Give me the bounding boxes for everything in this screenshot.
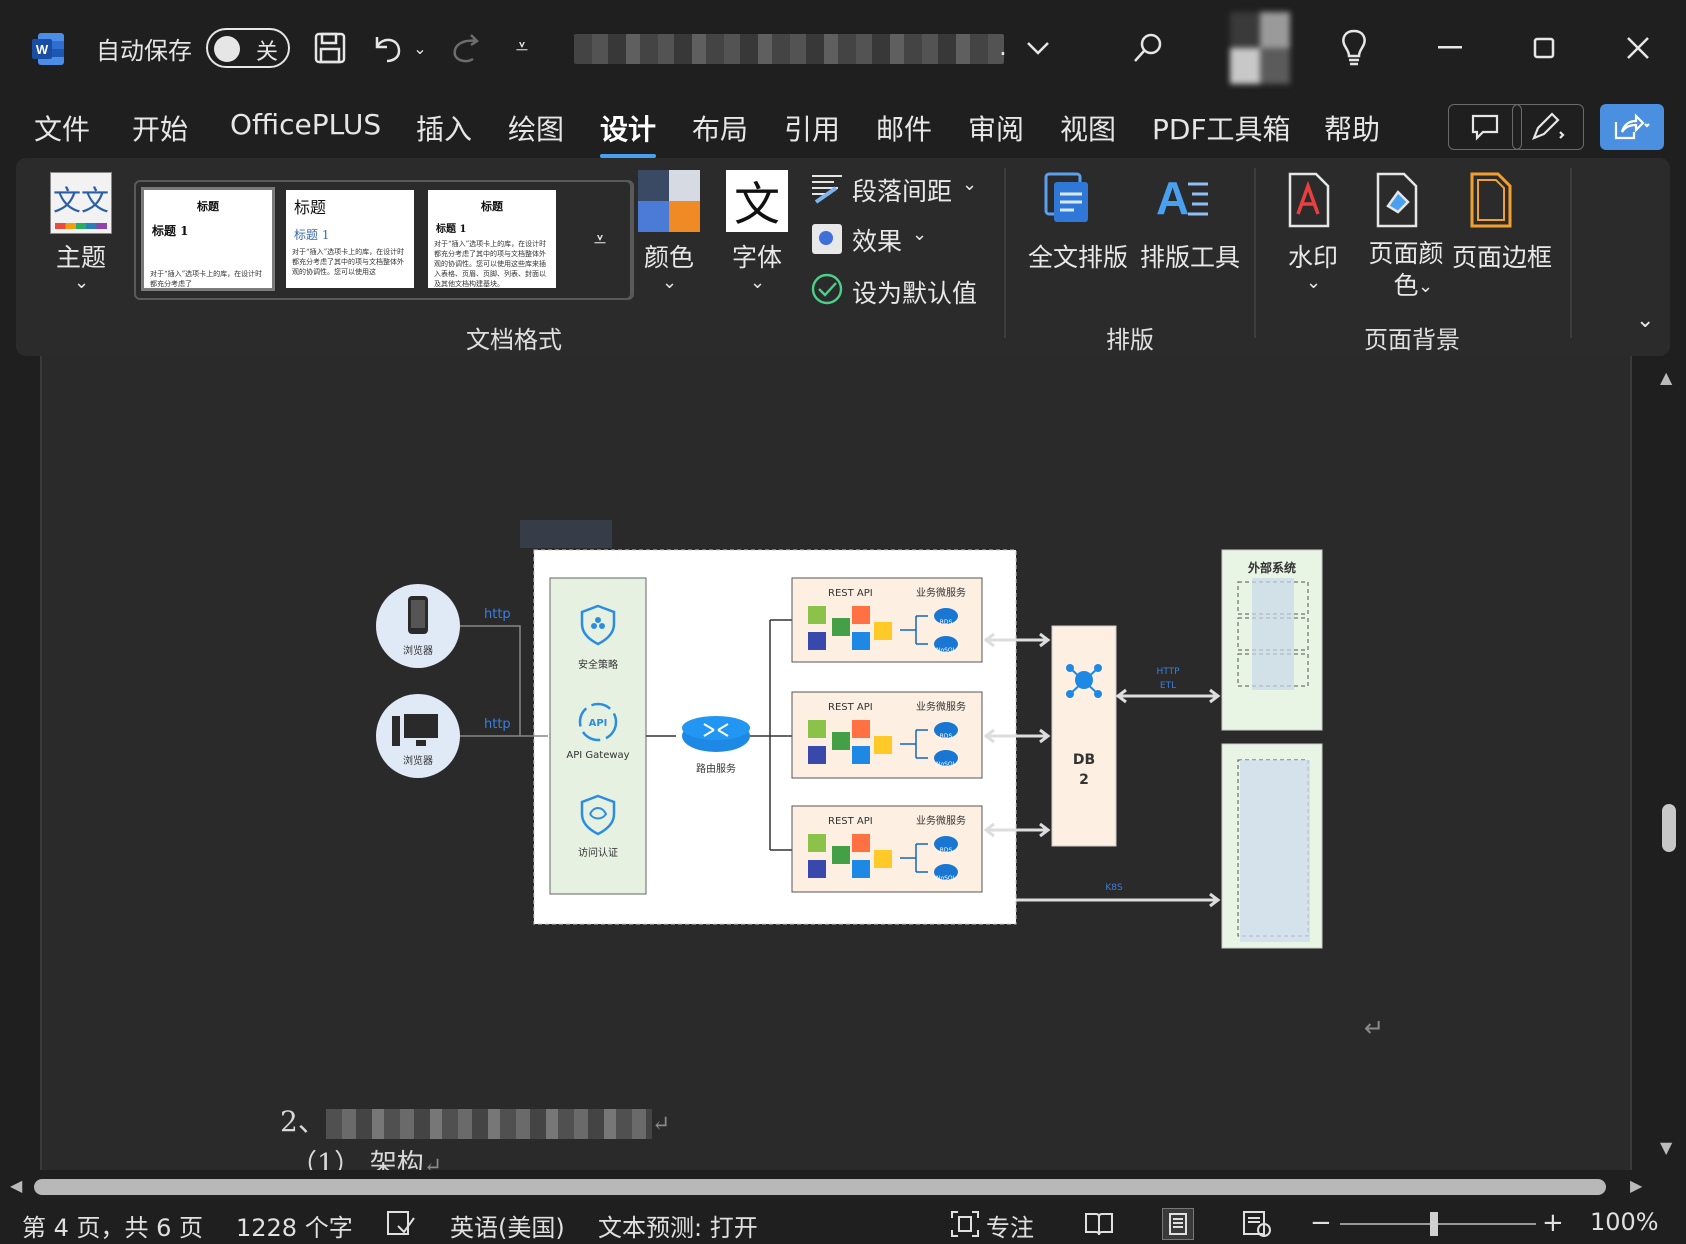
microservice-label: 业务微服务 — [916, 700, 966, 713]
service-box-3: REST API 业务微服务 RDS NoSQL — [791, 805, 983, 893]
horizontal-scrollbar[interactable]: ◀ ▶ — [0, 1170, 1686, 1204]
http-label-2: http — [484, 717, 511, 732]
monitor-icon — [404, 714, 438, 738]
paragraph-2-prefix: 2、 — [280, 1105, 326, 1138]
db-label: DB — [1073, 752, 1095, 768]
security-label: 安全策略 — [578, 658, 618, 671]
rest-api-label: REST API — [828, 702, 873, 713]
text-prediction[interactable]: 文本预测: 打开 — [598, 1208, 758, 1243]
redacted-external-content — [1252, 578, 1294, 690]
vertical-scroll-thumb[interactable] — [1662, 804, 1676, 852]
language[interactable]: 英语(美国) — [450, 1208, 565, 1243]
nosql-label: NoSQL — [936, 647, 957, 654]
zoom-in-icon[interactable]: + — [1542, 1208, 1564, 1238]
focus-icon[interactable] — [950, 1210, 980, 1244]
nosql-label: NoSQL — [936, 875, 957, 882]
zoom-level[interactable]: 100% — [1590, 1208, 1659, 1236]
redacted-k8s-content — [1240, 760, 1310, 942]
word-count[interactable]: 1228 个字 — [236, 1208, 353, 1243]
web-layout-icon[interactable] — [1242, 1210, 1272, 1244]
horizontal-scroll-thumb[interactable] — [34, 1179, 1606, 1195]
db-box — [1051, 625, 1117, 847]
redacted-label — [520, 520, 612, 548]
paragraph-2[interactable]: 2、 ↵ — [280, 1100, 670, 1140]
scroll-down-icon[interactable]: ▼ — [1660, 1138, 1672, 1157]
proofing-icon[interactable] — [386, 1210, 416, 1244]
rest-api-label: REST API — [828, 816, 873, 827]
client2-label: 浏览器 — [403, 754, 433, 767]
zoom-out-icon[interactable]: − — [1310, 1208, 1332, 1238]
page-count[interactable]: 第 4 页，共 6 页 — [22, 1208, 203, 1243]
architecture-diagram[interactable]: 浏览器 浏览器 http http 安全策略 API API Gateway 访… — [0, 0, 1686, 1244]
scroll-left-icon[interactable]: ◀ — [10, 1176, 22, 1195]
scroll-up-icon[interactable]: ▲ — [1660, 368, 1672, 387]
rest-api-label: REST API — [828, 588, 873, 599]
service-box-1: REST API 业务微服务 RDS NoSQL — [791, 577, 983, 663]
db-external-arrow — [1115, 688, 1221, 704]
router-label: 路由服务 — [696, 762, 736, 775]
scroll-right-icon[interactable]: ▶ — [1630, 1176, 1642, 1195]
rds-label: RDS — [940, 619, 953, 626]
paragraph-mark: ↵ — [1364, 1014, 1384, 1042]
http-etl-label-2: ETL — [1160, 681, 1176, 691]
k8s-label: K8S — [1105, 883, 1123, 893]
microservice-label: 业务微服务 — [916, 586, 966, 599]
http-etl-label: HTTP — [1156, 667, 1180, 677]
rds-label: RDS — [940, 733, 953, 740]
read-mode-icon[interactable] — [1084, 1210, 1114, 1244]
microservice-label: 业务微服务 — [916, 814, 966, 827]
external-system-title: 外部系统 — [1248, 560, 1296, 575]
k8s-arrow — [1016, 892, 1221, 908]
focus-label[interactable]: 专注 — [986, 1208, 1034, 1243]
rds-label: RDS — [940, 847, 953, 854]
phone-screen — [411, 600, 425, 628]
gateway-label: API Gateway — [566, 750, 629, 761]
zoom-slider-handle[interactable] — [1430, 1212, 1438, 1236]
api-icon-text: API — [589, 718, 608, 729]
service-box-2: REST API 业务微服务 RDS NoSQL — [791, 691, 983, 779]
auth-label: 访问认证 — [578, 846, 618, 859]
http-label-1: http — [484, 607, 511, 622]
pc-tower-icon — [392, 716, 400, 746]
zoom-slider[interactable] — [1340, 1223, 1536, 1225]
redacted-heading — [325, 1108, 652, 1139]
db-number: 2 — [1079, 772, 1089, 788]
gateway-column — [549, 577, 647, 895]
nosql-label: NoSQL — [936, 761, 957, 768]
router-top — [682, 716, 750, 740]
status-bar: 第 4 页，共 6 页 1228 个字 英语(美国) 文本预测: 打开 专注 −… — [0, 1204, 1686, 1244]
print-layout-icon[interactable] — [1162, 1208, 1194, 1240]
client1-label: 浏览器 — [403, 644, 433, 657]
paragraph-mark: ↵ — [651, 1112, 671, 1137]
monitor-stand — [416, 740, 426, 746]
vertical-scrollbar[interactable]: ▲ ▼ — [1650, 356, 1686, 1170]
